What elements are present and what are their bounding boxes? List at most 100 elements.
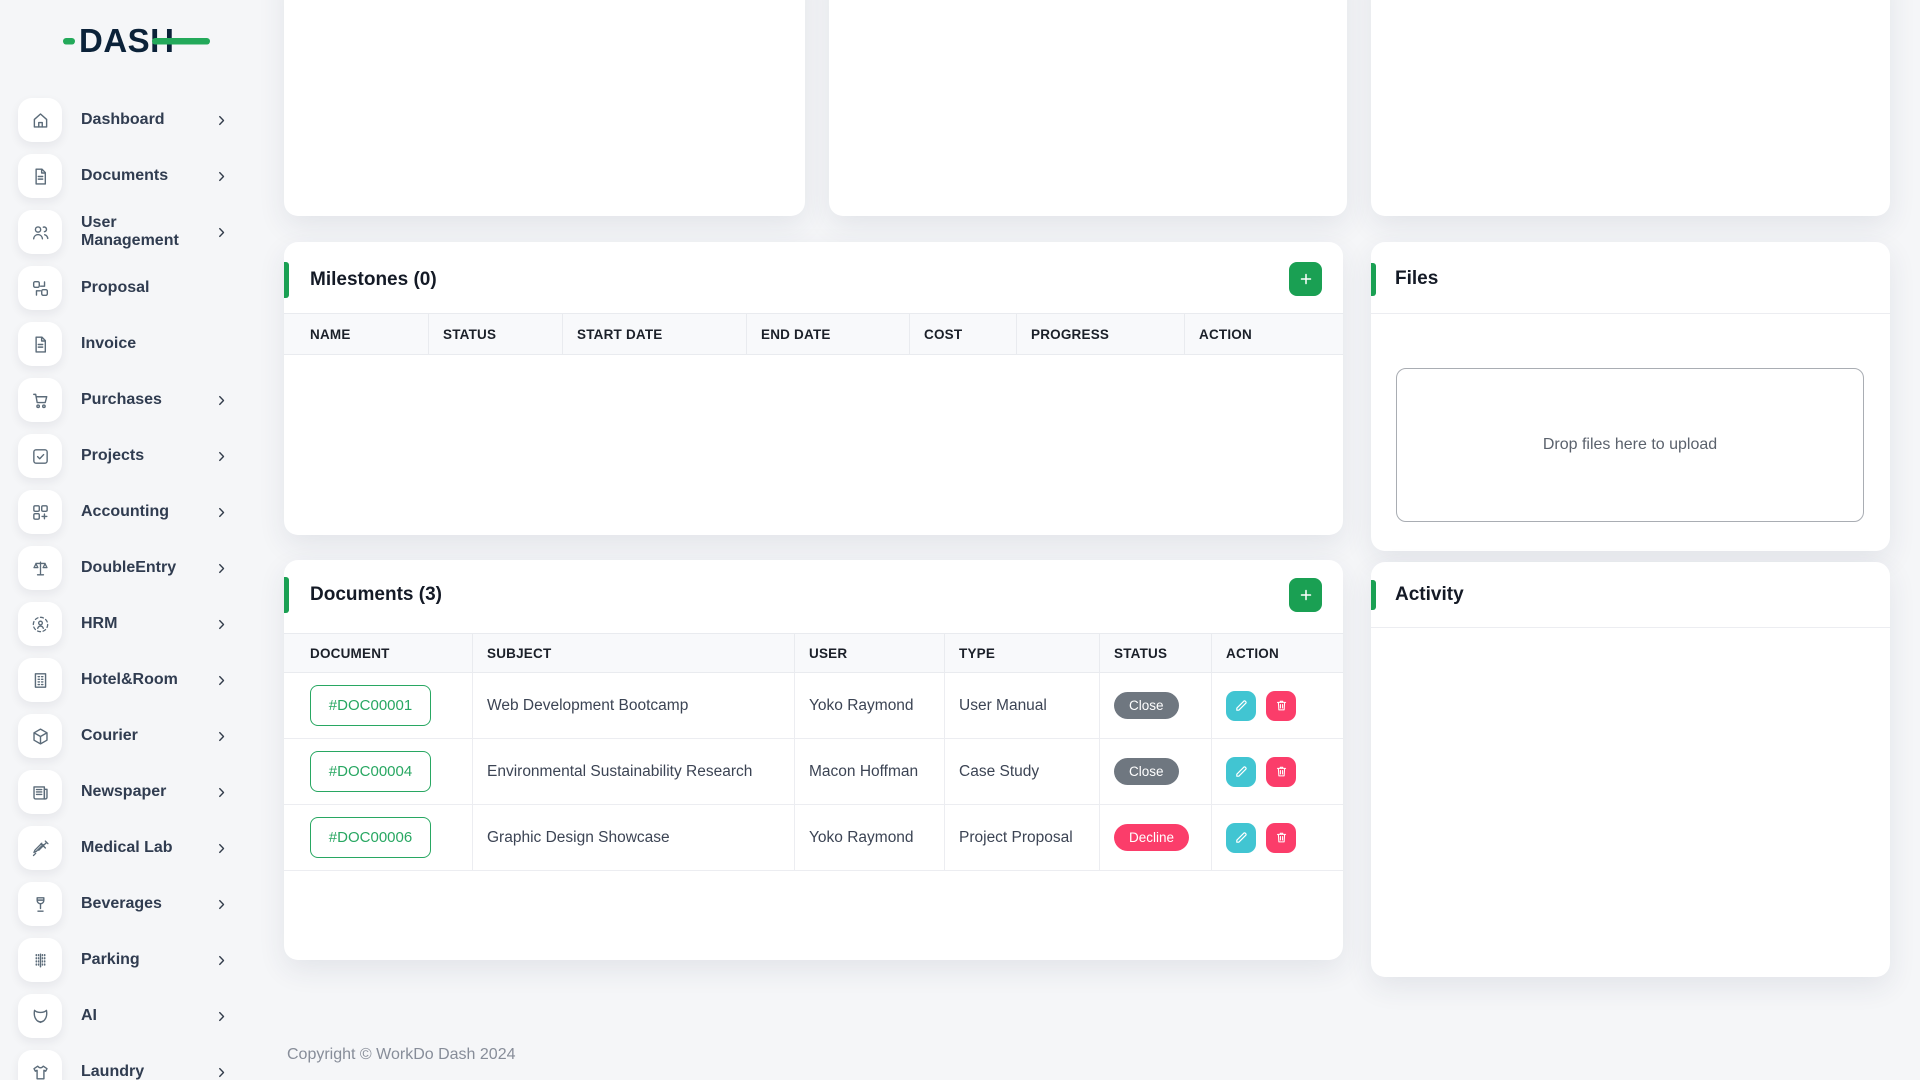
activity-card-header: Activity <box>1371 562 1890 628</box>
column-header-end-date: END DATE <box>747 314 910 354</box>
sidebar-item-label: Parking <box>81 951 140 969</box>
column-header-document: DOCUMENT <box>284 634 473 672</box>
sidebar-item-label: Invoice <box>81 335 136 353</box>
delete-button[interactable] <box>1266 691 1296 721</box>
top-card-1 <box>284 0 805 216</box>
add-milestone-button[interactable] <box>1289 262 1322 296</box>
sidebar-item-beverages[interactable]: Beverages <box>0 876 284 932</box>
sidebar-item-user-management[interactable]: User Management <box>0 204 284 260</box>
add-document-button[interactable] <box>1289 578 1322 612</box>
chevron-right-icon <box>214 505 229 520</box>
column-header-name: NAME <box>284 314 429 354</box>
document-type: Project Proposal <box>945 805 1100 870</box>
sidebar-item-laundry[interactable]: Laundry <box>0 1044 284 1080</box>
sidebar-item-proposal[interactable]: Proposal <box>0 260 284 316</box>
sidebar-item-label: Laundry <box>81 1063 144 1080</box>
document-id-button[interactable]: #DOC00004 <box>310 751 431 792</box>
accent-bar <box>284 262 289 298</box>
chevron-right-icon <box>214 673 229 688</box>
document-row: #DOC00001 Web Development Bootcamp Yoko … <box>284 673 1343 739</box>
ai-bot-icon <box>18 994 62 1038</box>
documents-title: Documents (3) <box>310 584 442 606</box>
sidebar-item-hrm[interactable]: HRM <box>0 596 284 652</box>
chevron-right-icon <box>214 1009 229 1024</box>
trash-icon <box>1274 764 1289 779</box>
status-badge: Close <box>1114 692 1179 719</box>
chevron-right-icon <box>214 729 229 744</box>
dropzone-text: Drop files here to upload <box>1543 436 1717 454</box>
sidebar-item-doubleentry[interactable]: DoubleEntry <box>0 540 284 596</box>
chevron-right-icon <box>214 561 229 576</box>
balance-scale-icon <box>18 546 62 590</box>
accent-bar <box>284 577 289 613</box>
column-header-action: ACTION <box>1212 634 1343 672</box>
sidebar-item-label: Accounting <box>81 503 169 521</box>
chevron-right-icon <box>214 841 229 856</box>
chevron-right-icon <box>214 617 229 632</box>
status-badge: Decline <box>1114 824 1189 851</box>
plus-icon <box>1297 586 1315 604</box>
sidebar-item-dashboard[interactable]: Dashboard <box>0 92 284 148</box>
sidebar-item-label: DoubleEntry <box>81 559 176 577</box>
sidebar-item-medical-lab[interactable]: Medical Lab <box>0 820 284 876</box>
sidebar-item-documents[interactable]: Documents <box>0 148 284 204</box>
document-subject: Web Development Bootcamp <box>473 673 795 738</box>
chevron-right-icon <box>214 785 229 800</box>
sidebar-item-label: Documents <box>81 167 168 185</box>
sidebar-item-invoice[interactable]: Invoice <box>0 316 284 372</box>
newspaper-icon <box>18 770 62 814</box>
sidebar-item-parking[interactable]: Parking <box>0 932 284 988</box>
edit-button[interactable] <box>1226 823 1256 853</box>
document-row: #DOC00006 Graphic Design Showcase Yoko R… <box>284 805 1343 871</box>
sidebar-item-purchases[interactable]: Purchases <box>0 372 284 428</box>
invoice-icon <box>18 322 62 366</box>
sidebar-item-projects[interactable]: Projects <box>0 428 284 484</box>
sidebar-item-label: Newspaper <box>81 783 166 801</box>
delete-button[interactable] <box>1266 823 1296 853</box>
package-icon <box>18 714 62 758</box>
home-icon <box>18 98 62 142</box>
swap-grid-icon <box>18 266 62 310</box>
file-dropzone[interactable]: Drop files here to upload <box>1396 368 1864 522</box>
sidebar-item-label: Hotel&Room <box>81 671 178 689</box>
sidebar-nav: Dashboard Documents User Management <box>0 92 284 1080</box>
document-id-button[interactable]: #DOC00001 <box>310 685 431 726</box>
chevron-right-icon <box>214 953 229 968</box>
plus-icon <box>1297 270 1315 288</box>
sidebar-item-label: Proposal <box>81 279 149 297</box>
documents-card: Documents (3) DOCUMENT SUBJECT USER TYPE… <box>284 560 1343 960</box>
parking-grid-icon <box>18 938 62 982</box>
column-header-progress: PROGRESS <box>1017 314 1185 354</box>
sidebar-item-label: User Management <box>81 214 214 250</box>
edit-button[interactable] <box>1226 691 1256 721</box>
syringe-icon <box>18 826 62 870</box>
document-id-button[interactable]: #DOC00006 <box>310 817 431 858</box>
document-row: #DOC00004 Environmental Sustainability R… <box>284 739 1343 805</box>
grid-plus-icon <box>18 490 62 534</box>
edit-button[interactable] <box>1226 757 1256 787</box>
chevron-right-icon <box>214 113 229 128</box>
building-icon <box>18 658 62 702</box>
sidebar-item-label: HRM <box>81 615 117 633</box>
files-title: Files <box>1395 268 1438 290</box>
sidebar-item-label: Purchases <box>81 391 162 409</box>
column-header-status: STATUS <box>1100 634 1212 672</box>
sidebar-item-label: Dashboard <box>81 111 165 129</box>
delete-button[interactable] <box>1266 757 1296 787</box>
chevron-right-icon <box>214 225 229 240</box>
chevron-right-icon <box>214 393 229 408</box>
sidebar-item-newspaper[interactable]: Newspaper <box>0 764 284 820</box>
document-user: Yoko Raymond <box>795 673 945 738</box>
sidebar-item-courier[interactable]: Courier <box>0 708 284 764</box>
top-card-3 <box>1371 0 1890 216</box>
sidebar-item-accounting[interactable]: Accounting <box>0 484 284 540</box>
sidebar-item-label: Projects <box>81 447 144 465</box>
sidebar-item-hotel-room[interactable]: Hotel&Room <box>0 652 284 708</box>
milestones-card: Milestones (0) NAME STATUS START DATE EN… <box>284 242 1343 535</box>
chevron-right-icon <box>214 897 229 912</box>
cart-icon <box>18 378 62 422</box>
trash-icon <box>1274 830 1289 845</box>
sidebar-item-ai[interactable]: AI <box>0 988 284 1044</box>
sidebar-item-label: Medical Lab <box>81 839 173 857</box>
dash-logo: DASH <box>62 18 212 64</box>
